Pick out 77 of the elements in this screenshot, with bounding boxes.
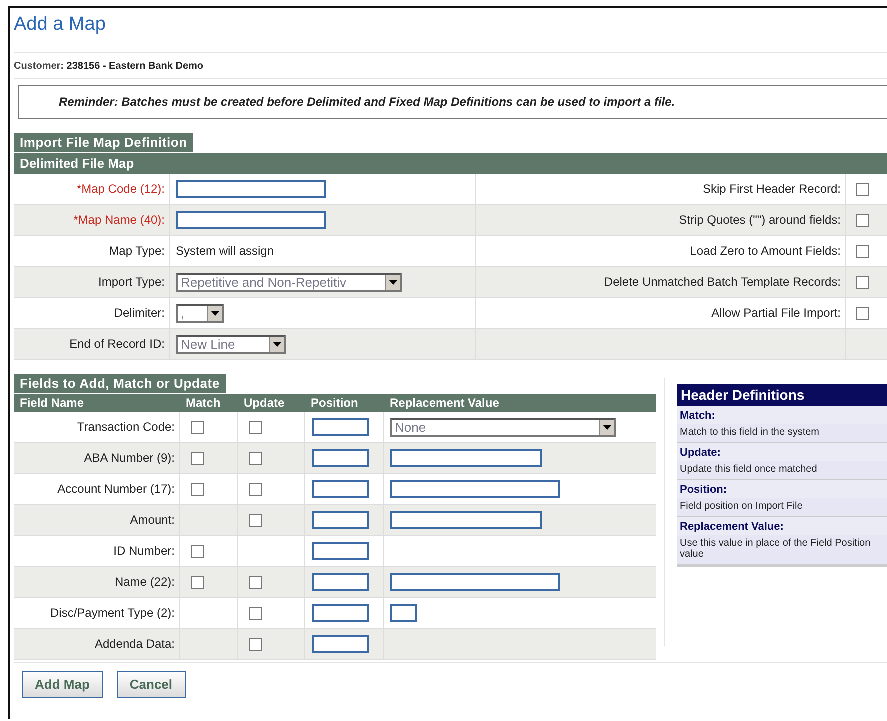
checkbox[interactable] xyxy=(856,182,869,196)
field-label: End of Record ID: xyxy=(70,337,165,351)
option-label: Delete Unmatched Batch Template Records: xyxy=(604,275,841,289)
checkbox[interactable] xyxy=(249,606,262,620)
position-field[interactable] xyxy=(312,542,369,560)
field-label: Import Type: xyxy=(98,275,165,289)
checkbox[interactable] xyxy=(856,306,869,320)
position-field[interactable] xyxy=(312,635,369,653)
checkbox[interactable] xyxy=(191,544,204,558)
definition-text: Use this value in place of the Field Position value xyxy=(680,538,871,560)
text-field[interactable] xyxy=(176,180,326,198)
checkbox[interactable] xyxy=(191,482,204,496)
definition-term: Position: xyxy=(680,484,728,496)
replacement-field[interactable] xyxy=(390,449,542,467)
checkbox[interactable] xyxy=(191,452,204,464)
definition-text: Update this field once matched xyxy=(680,464,818,475)
position-field[interactable] xyxy=(312,573,369,591)
definition-term: Match: xyxy=(680,410,716,422)
column-header: Update xyxy=(243,396,286,410)
text-field[interactable] xyxy=(176,211,326,229)
column-header: Replacement Value xyxy=(389,396,500,410)
checkbox[interactable] xyxy=(249,420,262,434)
column-header: Position xyxy=(310,396,360,410)
definition-term: Update: xyxy=(680,447,721,459)
position-field[interactable] xyxy=(312,449,369,467)
definition-term: Replacement Value: xyxy=(680,521,784,533)
definition-text: Match to this field in the system xyxy=(680,427,820,438)
option-label: Strip Quotes ("") around fields: xyxy=(679,213,841,227)
dropdown[interactable]: , xyxy=(176,304,224,322)
checkbox[interactable] xyxy=(856,244,869,258)
position-field[interactable] xyxy=(312,604,369,622)
option-label: Skip First Header Record: xyxy=(702,182,841,196)
reminder-text: Reminder: Batches must be created before Delimited and Fixed Map Definitions can be used to import a file. xyxy=(59,95,676,109)
checkbox[interactable] xyxy=(249,576,262,588)
field-value: System will assign xyxy=(176,244,274,258)
dropdown[interactable]: None xyxy=(390,418,616,436)
form-button[interactable]: Add Map xyxy=(22,671,103,698)
checkbox[interactable] xyxy=(856,214,869,226)
checkbox[interactable] xyxy=(249,452,262,464)
field-label: Disc/Payment Type (2): xyxy=(50,606,175,620)
field-label: Account Number (17): xyxy=(58,482,175,496)
field-label: *Map Code (12): xyxy=(76,182,165,196)
checkbox[interactable] xyxy=(249,638,262,650)
position-field[interactable] xyxy=(312,511,369,529)
column-header: Field Name xyxy=(19,396,86,410)
field-label: Name (22): xyxy=(114,575,175,589)
field-label: ABA Number (9): xyxy=(84,451,175,465)
checkbox[interactable] xyxy=(856,276,869,288)
column-header: Match xyxy=(185,396,222,410)
field-label: Delimiter: xyxy=(114,306,165,320)
customer-label: Customer: xyxy=(14,61,64,72)
checkbox[interactable] xyxy=(191,420,204,434)
field-label: ID Number: xyxy=(114,544,175,558)
customer-name: 238156 - Eastern Bank Demo xyxy=(66,61,204,72)
field-label: Addenda Data: xyxy=(94,637,175,651)
field-label: Transaction Code: xyxy=(77,420,175,434)
checkbox[interactable] xyxy=(191,576,204,588)
replacement-field[interactable] xyxy=(390,511,542,529)
page-title: Add a Map xyxy=(14,8,887,53)
dropdown[interactable]: Repetitive and Non-Repetitiv xyxy=(176,272,402,292)
field-label: Amount: xyxy=(130,513,175,527)
replacement-field[interactable] xyxy=(390,573,560,591)
option-label: Allow Partial File Import: xyxy=(712,306,841,320)
help-panel-title: Header Definitions xyxy=(677,384,887,406)
field-label: Map Type: xyxy=(109,244,165,258)
checkbox[interactable] xyxy=(249,482,262,496)
replacement-field[interactable] xyxy=(390,480,560,498)
section-header: Delimited File Map xyxy=(14,153,887,174)
form-button[interactable]: Cancel xyxy=(116,671,186,698)
dropdown[interactable]: New Line xyxy=(176,334,286,354)
field-label: *Map Name (40): xyxy=(74,213,165,227)
position-field[interactable] xyxy=(312,480,369,498)
checkbox[interactable] xyxy=(249,514,262,526)
definition-text: Field position on Import File xyxy=(680,501,803,512)
position-field[interactable] xyxy=(312,418,369,436)
replacement-field[interactable] xyxy=(390,604,417,622)
option-label: Load Zero to Amount Fields: xyxy=(690,244,841,258)
